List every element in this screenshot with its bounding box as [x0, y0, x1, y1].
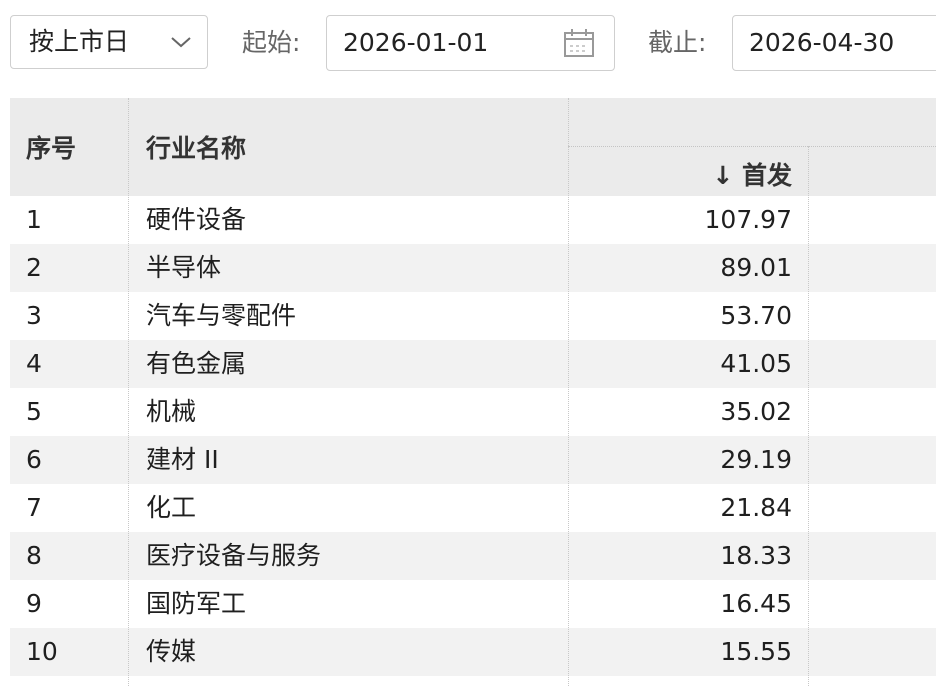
row-index: 8: [26, 541, 42, 570]
industry-name: 半导体: [146, 253, 222, 282]
header-group-divider: [568, 146, 936, 147]
industry-name: 化工: [146, 493, 197, 522]
ipo-value: 89.01: [720, 253, 792, 282]
end-date-input[interactable]: 2026-04-30: [732, 15, 936, 71]
industry-name: 国防军工: [146, 589, 247, 618]
end-date-value: 2026-04-30: [749, 28, 895, 57]
column-divider: [568, 98, 569, 686]
start-date-input[interactable]: 2026-01-01: [326, 15, 615, 71]
table-row[interactable]: 8 医疗设备与服务 18.33: [10, 532, 936, 580]
row-index: 9: [26, 589, 42, 618]
industry-name: 有色金属: [146, 349, 247, 378]
column-header-index: 序号: [26, 134, 77, 163]
table-row[interactable]: 2 半导体 89.01: [10, 244, 936, 292]
industry-name: 建材 II: [146, 445, 219, 474]
table-row[interactable]: 7 化工 21.84: [10, 484, 936, 532]
column-header-ipo-sorted[interactable]: ↓ 首发: [592, 156, 792, 192]
ipo-value: 107.97: [704, 205, 792, 234]
industry-name: 机械: [146, 397, 197, 426]
table-row[interactable]: 6 建材 II 29.19: [10, 436, 936, 484]
table-body: 1 硬件设备 107.97 2 半导体 89.01 3 汽车与零配件 53.70 4 有色金属 41.…: [10, 196, 936, 676]
column-header-industry-name: 行业名称: [146, 134, 247, 163]
industry-ranking-table: 序号 行业名称 ↓ 首发 1 硬件设备 107.97 2 半导体 89.01 3 汽车与零配件…: [10, 98, 936, 686]
row-index: 2: [26, 253, 42, 282]
end-date-label: 截止:: [648, 28, 707, 57]
row-index: 4: [26, 349, 42, 378]
industry-name: 医疗设备与服务: [146, 541, 322, 570]
start-date-label: 起始:: [242, 28, 301, 57]
filter-toolbar: 按上市日 起始: 2026-01-01 截止: 2026-04-30: [0, 0, 936, 90]
table-row[interactable]: 1 硬件设备 107.97: [10, 196, 936, 244]
row-index: 5: [26, 397, 42, 426]
table-row[interactable]: 4 有色金属 41.05: [10, 340, 936, 388]
row-index: 3: [26, 301, 42, 330]
industry-name: 硬件设备: [146, 205, 247, 234]
row-index: 6: [26, 445, 42, 474]
row-index: 7: [26, 493, 42, 522]
chevron-down-icon: [171, 37, 191, 48]
calendar-icon[interactable]: [563, 28, 595, 58]
ipo-value: 15.55: [720, 637, 792, 666]
row-index: 10: [26, 637, 58, 666]
table-header: 序号 行业名称 ↓ 首发: [10, 98, 936, 196]
ipo-value: 41.05: [720, 349, 792, 378]
table-row[interactable]: 3 汽车与零配件 53.70: [10, 292, 936, 340]
ipo-value: 53.70: [720, 301, 792, 330]
column-divider: [128, 98, 129, 686]
ipo-value: 16.45: [720, 589, 792, 618]
industry-name: 传媒: [146, 637, 197, 666]
row-index: 1: [26, 205, 42, 234]
listing-mode-value: 按上市日: [29, 27, 130, 56]
ipo-value: 29.19: [720, 445, 792, 474]
industry-name: 汽车与零配件: [146, 301, 297, 330]
ipo-value: 35.02: [720, 397, 792, 426]
column-divider: [808, 146, 809, 686]
ipo-value: 21.84: [720, 493, 792, 522]
table-row[interactable]: 9 国防军工 16.45: [10, 580, 936, 628]
ipo-value: 18.33: [720, 541, 792, 570]
listing-mode-select[interactable]: 按上市日: [10, 15, 208, 69]
table-row[interactable]: 10 传媒 15.55: [10, 628, 936, 676]
table-row[interactable]: 5 机械 35.02: [10, 388, 936, 436]
start-date-value: 2026-01-01: [343, 28, 489, 57]
